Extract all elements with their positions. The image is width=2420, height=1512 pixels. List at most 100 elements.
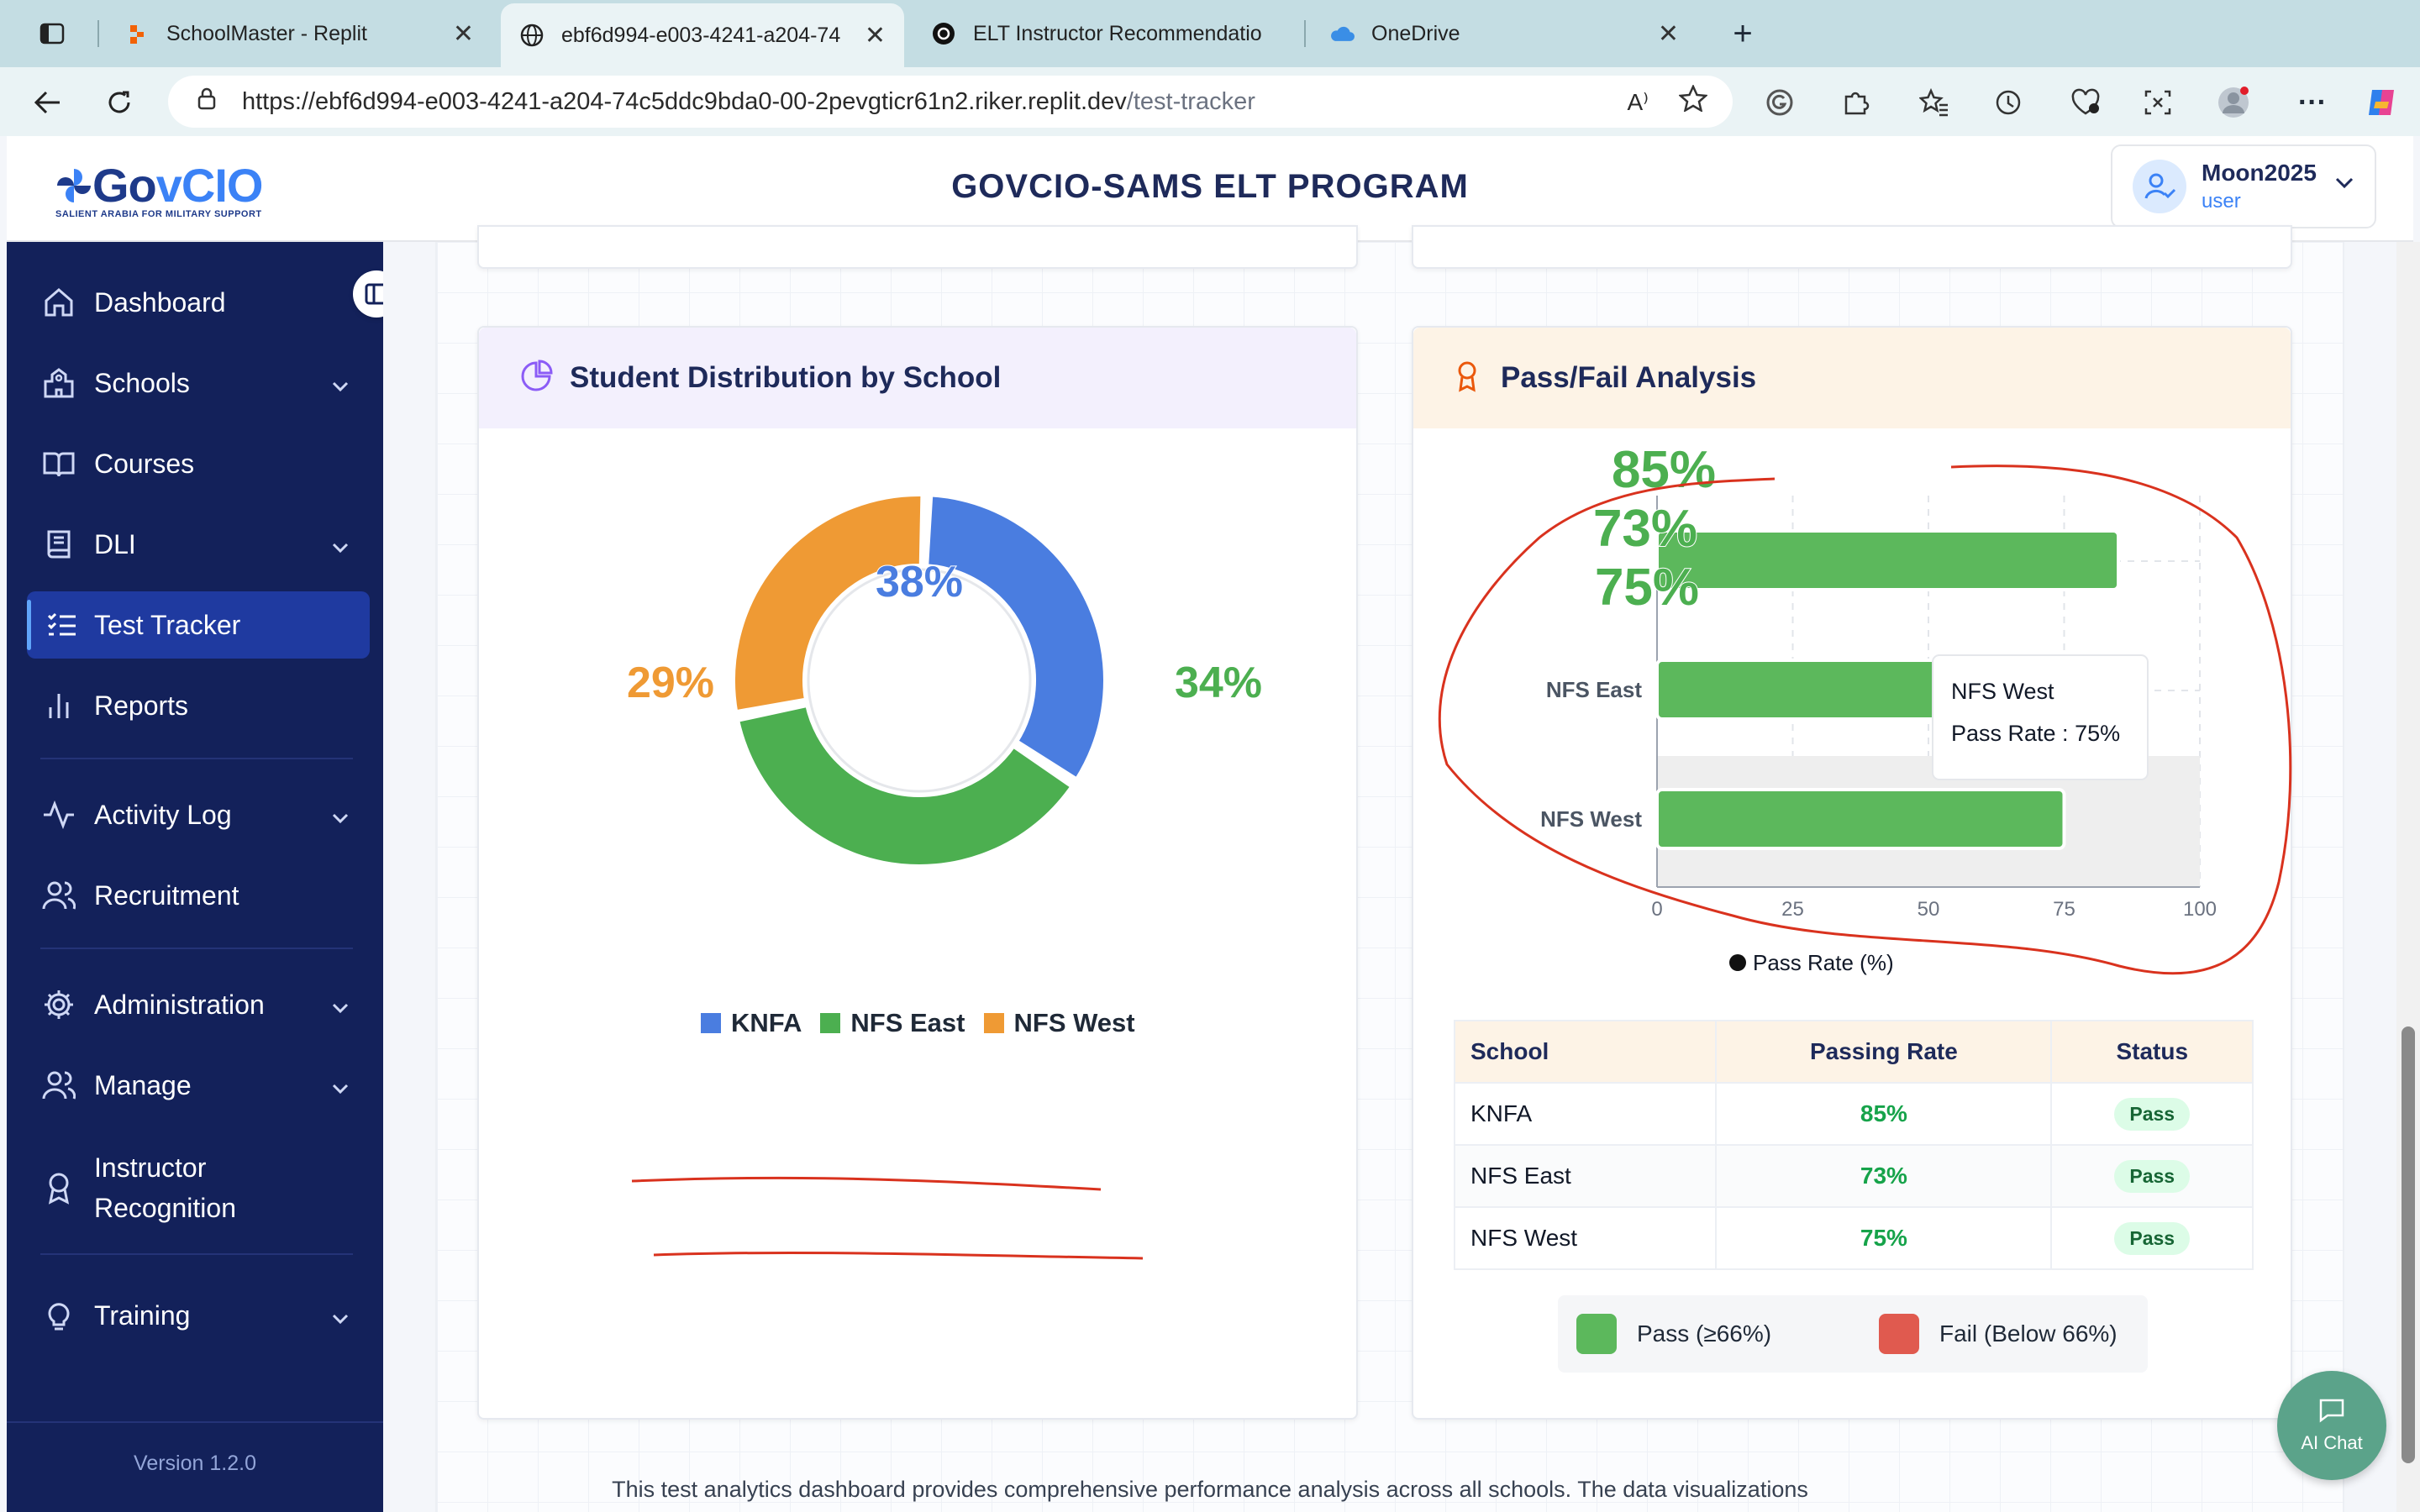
users-icon [40,1067,77,1104]
cell-school: NFS East [1453,1144,1718,1208]
sidebar-item-recruitment[interactable]: Recruitment [7,862,383,929]
fail-swatch [1879,1314,1919,1354]
cell-school: NFS West [1453,1206,1718,1270]
bar-knfa[interactable] [1655,529,2121,591]
lightbulb-icon [40,1297,77,1334]
history-icon[interactable] [1990,84,2027,121]
copilot-icon[interactable] [2363,84,2400,121]
back-arrow-icon[interactable] [29,84,66,121]
donut-legend: KNFA NFS East NFS West [701,1008,1135,1038]
tab-elt-instructor[interactable]: ELT Instructor Recommendatio [913,7,1299,60]
bar-nfs-west[interactable] [1655,788,2066,850]
more-menu-icon[interactable]: ··· [2294,84,2331,121]
cell-rate: 73% [1860,1163,1907,1189]
fail-key-label: Fail (Below 66%) [1939,1320,2118,1347]
page-scrollbar[interactable] [2396,242,2420,1512]
extensions-icon[interactable] [1837,84,1874,121]
card-header: Student Distribution by School [479,328,1356,428]
footer-description: This test analytics dashboard provides c… [612,1477,1808,1502]
status-badge: Pass [2114,1221,2191,1255]
users-icon [40,877,77,914]
screenshot-icon[interactable] [2139,84,2176,121]
sidebar-item-dli[interactable]: DLI [7,511,383,578]
pie-chart-icon [519,359,553,397]
replit-icon [124,21,150,46]
ai-chat-label: AI Chat [2301,1432,2363,1453]
close-icon[interactable]: ✕ [1658,19,1679,49]
tab-test-tracker[interactable]: ebf6d994-e003-4241-a204-74 ✕ [501,3,904,67]
star-icon[interactable] [1677,83,1709,118]
bar-chart-icon [40,687,77,724]
sidebar-item-label: Manage [94,1069,192,1100]
sidebar-divider [40,1253,353,1255]
sidebar-item-schools[interactable]: Schools [7,349,383,417]
pass-swatch [1576,1314,1617,1354]
cell-school: KNFA [1453,1082,1718,1146]
new-tab-icon[interactable]: + [1724,15,1761,52]
legend-label-nfs-west[interactable]: NFS West [1014,1008,1135,1038]
chat-bubble-icon [2319,1399,2344,1423]
tab-separator [97,20,99,47]
pass-key-label: Pass (≥66%) [1637,1320,1772,1347]
sidebar-item-dashboard[interactable]: Dashboard [7,269,383,336]
instructor-label-line1: Instructor [94,1152,207,1183]
column-header-status: Status [2050,1020,2254,1084]
sidebar-item-instructor-recognition[interactable]: Instructor Recognition [7,1137,383,1238]
sidebar-toggle-icon[interactable] [34,15,71,52]
x-tick-label: 75 [2053,898,2075,921]
chevron-down-icon [331,800,350,831]
tab-label: ebf6d994-e003-4241-a204-74 [561,23,841,47]
table-row: NFS West 75% Pass [1453,1206,2254,1270]
award-icon [1454,360,1481,397]
donut-chart[interactable]: 34% 38% 29% [479,428,1360,1016]
legend-label-knfa[interactable]: KNFA [731,1008,802,1038]
chevron-down-icon [331,368,350,399]
close-icon[interactable]: ✕ [865,21,886,50]
globe-icon [519,23,544,48]
sidebar-item-reports[interactable]: Reports [7,672,383,739]
legend-label-nfs-east[interactable]: NFS East [850,1008,965,1038]
chevron-down-icon [331,529,350,560]
previous-card-bottom [1412,225,2292,269]
refresh-icon[interactable] [101,84,138,121]
sidebar-item-label: Test Tracker [94,609,241,640]
profile-avatar-icon[interactable] [2215,84,2252,121]
close-icon[interactable]: ✕ [453,19,474,49]
sidebar-item-administration[interactable]: Administration [7,971,383,1038]
sidebar-item-training[interactable]: Training [7,1282,383,1349]
x-tick-label: 25 [1781,898,1804,921]
sidebar-item-courses[interactable]: Courses [7,430,383,497]
card-title: Pass/Fail Analysis [1501,361,1757,394]
donut-data-label: 38% [876,558,963,606]
column-header-passing-rate: Passing Rate [1715,1020,2053,1084]
red-annotation-strokes [631,1176,1144,1260]
sidebar-item-label: Courses [94,448,195,479]
scrollbar-thumb[interactable] [2402,1026,2415,1463]
tab-schoolmaster[interactable]: SchoolMaster - Replit ✕ [106,7,492,60]
tab-onedrive[interactable]: OneDrive ✕ [1311,7,1697,60]
sidebar-item-label: Training [94,1299,191,1331]
url-field[interactable]: https://ebf6d994-e003-4241-a204-74c5ddc9… [168,76,1733,128]
sidebar-item-test-tracker[interactable]: Test Tracker [27,591,370,659]
tooltip-title: NFS West [1951,679,2054,704]
donut-slice-knfa[interactable] [923,491,1108,784]
grammarly-icon[interactable] [1761,84,1798,121]
pass-rate-bar-chart[interactable]: 0 25 50 75 100 NFS East NFS West 85%73%75% NFS W… [1413,412,2294,1016]
sidebar-item-label: Dashboard [94,286,226,318]
ai-chat-button[interactable]: AI Chat [2277,1371,2386,1480]
sidebar-item-activity-log[interactable]: Activity Log [7,781,383,848]
openai-icon [931,21,956,46]
sidebar-item-label: DLI [94,528,136,559]
user-menu[interactable]: Moon2025 user [2111,144,2376,228]
tab-separator [1304,20,1306,47]
favorites-icon[interactable] [1916,84,1953,121]
health-icon[interactable] [2067,84,2104,121]
bar-data-label: 85% [1612,441,1716,499]
sidebar-item-manage[interactable]: Manage [7,1052,383,1119]
chevron-down-icon [331,1300,350,1331]
table-header-row: School Passing Rate Status [1453,1020,2254,1084]
x-tick-label: 100 [2183,898,2217,921]
read-aloud-icon[interactable]: A⁾ [1627,88,1649,116]
school-icon [40,365,77,402]
activity-icon [40,796,77,833]
